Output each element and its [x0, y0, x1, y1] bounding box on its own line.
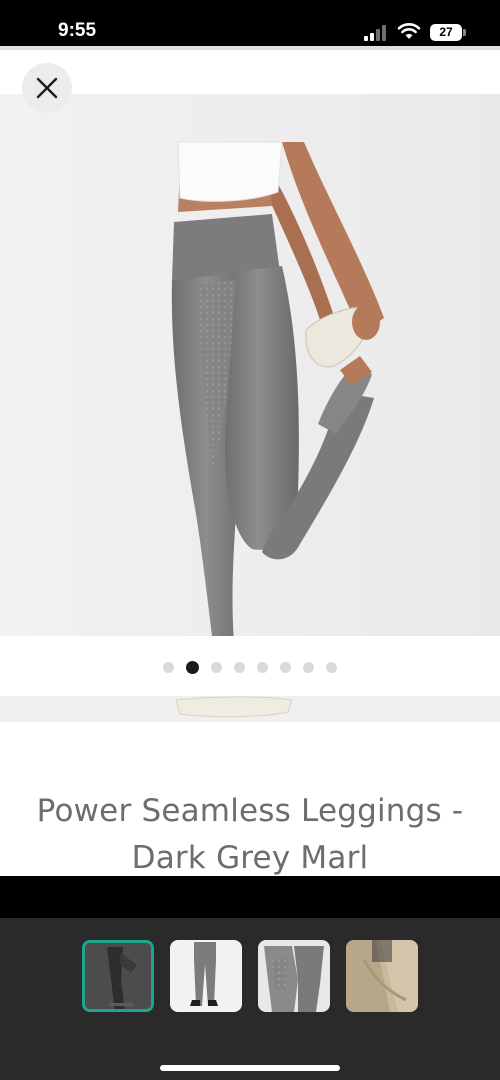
leggings-photo [0, 94, 500, 682]
signal-icon [364, 24, 390, 41]
thumbnail-1[interactable] [82, 940, 154, 1012]
carousel-dot-active[interactable] [186, 660, 199, 674]
battery-icon: 27 [430, 24, 466, 41]
status-bar: 9:55 27 [0, 0, 500, 46]
home-indicator[interactable] [160, 1065, 340, 1071]
thumbnail-4[interactable] [346, 940, 418, 1012]
carousel-dot[interactable] [280, 661, 291, 673]
product-image[interactable] [0, 94, 500, 682]
next-image-peek [0, 696, 500, 766]
carousel-dots[interactable] [0, 660, 500, 674]
wifi-icon [397, 23, 421, 39]
carousel-dot[interactable] [303, 661, 314, 673]
carousel-dot[interactable] [163, 661, 174, 673]
carousel-dot[interactable] [257, 661, 268, 673]
thumbnail-2[interactable] [170, 940, 242, 1012]
status-time: 9:55 [58, 20, 97, 41]
carousel-dot[interactable] [234, 661, 245, 673]
product-title: Power Seamless Leggings - Dark Grey Marl [36, 793, 464, 876]
tray-divider [0, 876, 500, 918]
close-icon [36, 77, 58, 99]
close-button[interactable] [22, 63, 72, 113]
product-sheet: Power Seamless Leggings - Dark Grey Marl [0, 46, 500, 876]
carousel-dot[interactable] [326, 661, 337, 673]
carousel-dot[interactable] [211, 661, 222, 673]
thumbnail-3[interactable] [258, 940, 330, 1012]
thumbnail-tray [0, 918, 500, 1080]
battery-level: 27 [430, 24, 462, 41]
